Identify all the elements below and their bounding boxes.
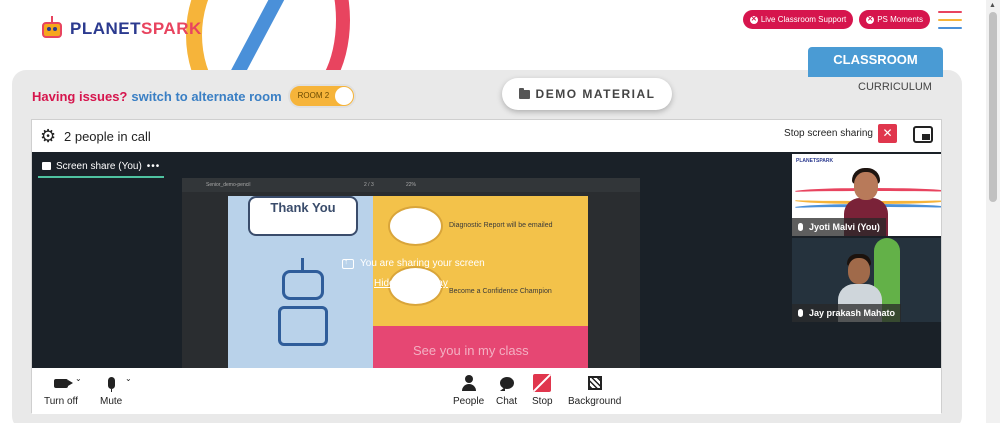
- robot-illustration: [268, 256, 338, 356]
- camera-icon: [53, 378, 73, 388]
- close-circle-icon: ✕: [866, 15, 875, 24]
- hide-overlay-link[interactable]: Hide this overlay: [374, 278, 448, 289]
- people-in-call-count: 2 people in call: [64, 129, 151, 144]
- people-button[interactable]: People: [453, 374, 484, 407]
- screen-share-tab[interactable]: Screen share (You) •••: [38, 156, 165, 178]
- ps-moments-button[interactable]: ✕ PS Moments: [859, 10, 930, 29]
- stop-screen-sharing-label: Stop screen sharing: [784, 128, 873, 139]
- planetspark-logo[interactable]: PLANETSPARK: [40, 16, 202, 42]
- stop-sharing-close-icon[interactable]: ✕: [878, 124, 897, 143]
- stop-share-button[interactable]: Stop: [532, 374, 553, 407]
- participant-tile-you[interactable]: PLANETSPARK Jyoti Malvi (You): [792, 154, 941, 236]
- mic-icon: [798, 309, 803, 317]
- scrollbar-thumb[interactable]: [989, 12, 997, 202]
- folder-icon: [518, 87, 530, 99]
- alternate-room-switcher: Having issues? switch to alternate room …: [32, 84, 356, 108]
- issues-question: Having issues?: [32, 88, 128, 104]
- camera-toggle-button[interactable]: Turn off: [44, 374, 78, 407]
- share-screen-icon: [342, 257, 354, 269]
- people-icon: [461, 375, 476, 391]
- toggle-knob: [334, 87, 353, 105]
- logo-text: PLANETSPARK: [70, 19, 202, 38]
- pdf-toolbar: Senior_demo-pencil 2 / 3 22%: [182, 178, 640, 192]
- chat-button[interactable]: Chat: [496, 374, 517, 407]
- robot-logo-icon: [40, 16, 64, 42]
- hamburger-menu-icon[interactable]: [938, 11, 962, 35]
- video-stage: Screen share (You) ••• Senior_demo-penci…: [32, 152, 941, 368]
- microphone-icon: [107, 377, 115, 392]
- room-toggle[interactable]: ROOM 2: [287, 84, 356, 108]
- thank-you-bubble: Thank You: [248, 196, 358, 236]
- chevron-down-icon[interactable]: ⌄: [75, 374, 82, 383]
- report-bubble-icon: [388, 206, 443, 246]
- call-controls-bar: Turn off ⌄ Mute ⌄ People Chat Stop Backg…: [32, 368, 941, 414]
- chevron-down-icon[interactable]: ⌄: [125, 374, 132, 383]
- mic-toggle-button[interactable]: Mute: [100, 374, 122, 407]
- more-options-icon[interactable]: •••: [147, 161, 161, 172]
- close-circle-icon: ✕: [749, 15, 758, 24]
- gear-icon[interactable]: ⚙: [40, 127, 56, 145]
- live-classroom-support-button[interactable]: ✕ Live Classroom Support: [742, 10, 854, 29]
- page-scrollbar[interactable]: ▲: [986, 0, 1000, 423]
- picture-in-picture-icon[interactable]: [913, 126, 933, 143]
- shared-document-viewer: Senior_demo-pencil 2 / 3 22% Thank You D…: [182, 178, 640, 368]
- video-call-frame: ⚙ 2 people in call Stop screen sharing ✕…: [31, 119, 942, 414]
- participant-name-bar: Jay prakash Mahato: [792, 304, 902, 322]
- header-actions: ✕ Live Classroom Support ✕ PS Moments: [742, 10, 930, 29]
- room-toggle-label: ROOM 2: [297, 91, 330, 100]
- demo-material-button[interactable]: DEMO MATERIAL: [502, 78, 672, 110]
- tab-classroom[interactable]: CLASSROOM: [808, 47, 943, 77]
- participant-name-bar: Jyoti Malvi (You): [792, 218, 886, 236]
- switch-room-link[interactable]: switch to alternate room: [131, 89, 281, 104]
- sharing-overlay-message: You are sharing your screen: [342, 257, 485, 269]
- background-icon: [587, 376, 602, 390]
- mic-icon: [798, 223, 803, 231]
- participant-tile-jay[interactable]: Jay prakash Mahato: [792, 238, 941, 322]
- chat-icon: [499, 377, 514, 391]
- scroll-up-arrow-icon[interactable]: ▲: [989, 2, 996, 9]
- stop-share-icon: [533, 374, 552, 392]
- tab-curriculum[interactable]: CURRICULUM: [858, 81, 932, 93]
- call-header: ⚙ 2 people in call Stop screen sharing ✕: [32, 120, 941, 152]
- background-button[interactable]: Background: [568, 374, 621, 407]
- screen-icon: [42, 162, 51, 170]
